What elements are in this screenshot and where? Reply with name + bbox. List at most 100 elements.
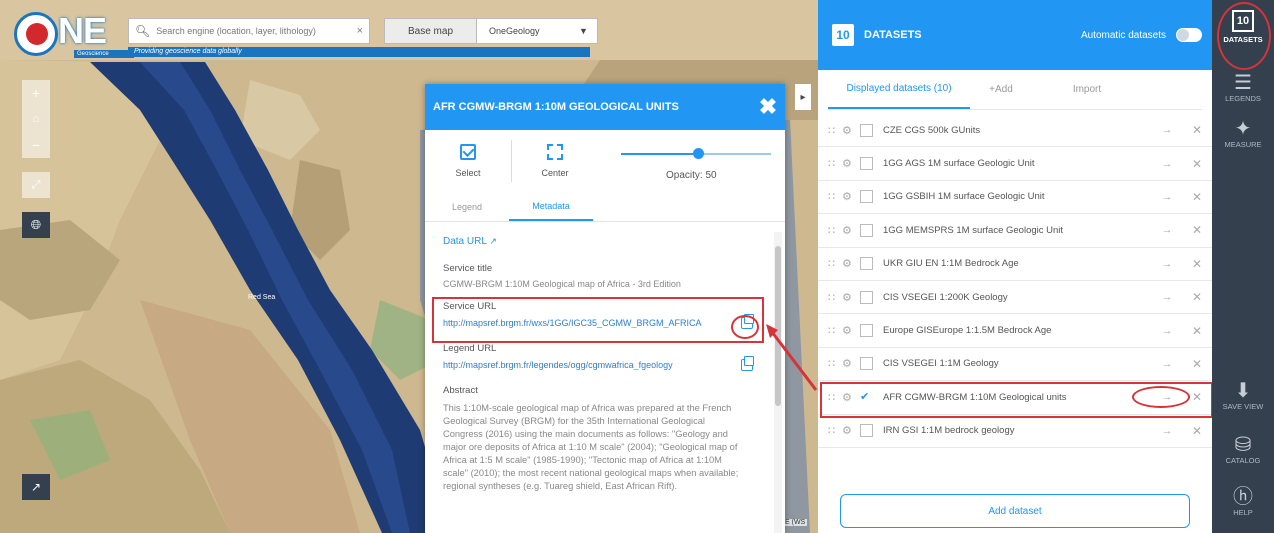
dataset-row[interactable]: ∷ ⚙ 1GG AGS 1M surface Geologic Unit → ✕ — [818, 147, 1212, 181]
sidebar-label: MEASURE — [1224, 140, 1262, 149]
data-url-link[interactable]: Data URL ↗ — [443, 236, 765, 247]
arrow-right-icon[interactable]: → — [1152, 425, 1182, 437]
close-icon[interactable]: ✖ — [751, 94, 785, 120]
expand-arrow-icon[interactable]: ↗ — [22, 474, 50, 500]
arrow-right-icon[interactable]: → — [1152, 358, 1182, 370]
globe-icon[interactable]: 🌐︎ — [22, 212, 50, 238]
close-icon[interactable]: ✕ — [1182, 223, 1212, 237]
copy-icon[interactable] — [741, 356, 754, 371]
clear-search-icon[interactable]: × — [357, 25, 363, 37]
close-icon[interactable]: ✕ — [1182, 123, 1212, 137]
tab-metadata[interactable]: Metadata — [509, 192, 593, 221]
drag-handle-icon[interactable]: ∷ — [828, 124, 842, 137]
fullscreen-icon[interactable]: ⤢ — [22, 172, 50, 198]
datasets-header: 10 DATASETS Automatic datasets — [818, 0, 1212, 70]
close-icon[interactable]: ✕ — [1182, 424, 1212, 438]
drag-handle-icon[interactable]: ∷ — [828, 157, 842, 170]
checkbox[interactable] — [860, 357, 873, 371]
basemap-selector[interactable]: Base map OneGeology ▼ — [384, 18, 598, 44]
arrow-right-icon[interactable]: → — [1152, 258, 1182, 270]
drag-handle-icon[interactable]: ∷ — [828, 291, 842, 304]
dataset-row[interactable]: ∷ ⚙ 1GG GSBIH 1M surface Geologic Unit → ✕ — [818, 181, 1212, 215]
sidebar-item-save-view[interactable]: ⬇ SAVE VIEW — [1212, 380, 1274, 411]
gear-icon[interactable]: ⚙ — [842, 224, 860, 237]
sidebar-item-help[interactable]: ⓗ HELP — [1212, 486, 1274, 517]
arrow-right-icon[interactable]: → — [1152, 124, 1182, 136]
automatic-datasets-label: Automatic datasets — [1080, 29, 1166, 41]
gear-icon[interactable]: ⚙ — [842, 157, 860, 170]
sidebar-item-catalog[interactable]: ⛁ CATALOG — [1212, 434, 1274, 465]
close-icon[interactable]: ✕ — [1182, 357, 1212, 371]
onegeology-logo[interactable]: NE Geoscience — [14, 10, 134, 62]
checkbox[interactable] — [860, 223, 873, 237]
drag-handle-icon[interactable]: ∷ — [828, 257, 842, 270]
gear-icon[interactable]: ⚙ — [842, 324, 860, 337]
tab-legend[interactable]: Legend — [425, 192, 509, 221]
ruler-icon: ✦ — [1234, 118, 1252, 140]
external-link-icon: ↗ — [489, 236, 497, 246]
drag-handle-icon[interactable]: ∷ — [828, 424, 842, 437]
dataset-row[interactable]: ∷ ⚙ IRN GSI 1:1M bedrock geology → ✕ — [818, 415, 1212, 448]
close-icon[interactable]: ✕ — [1182, 190, 1212, 204]
zoom-in-button[interactable]: + — [22, 80, 50, 106]
popup-scrollbar[interactable] — [774, 232, 782, 533]
tagline: Providing geoscience data globally — [128, 47, 590, 57]
legend-url-row: http://mapsref.brgm.fr/legendes/ogg/cgmw… — [443, 356, 765, 371]
checkbox[interactable] — [860, 123, 873, 137]
search-input[interactable]: Search engine (location, layer, litholog… — [156, 26, 352, 36]
legend-url-link[interactable]: http://mapsref.brgm.fr/legendes/ogg/cgmw… — [443, 360, 725, 370]
center-button[interactable]: Center — [512, 134, 598, 188]
checkbox[interactable] — [860, 324, 873, 338]
gear-icon[interactable]: ⚙ — [842, 257, 860, 270]
dataset-row[interactable]: ∷ ⚙ Europe GISEurope 1:1.5M Bedrock Age → ✕ — [818, 314, 1212, 348]
dataset-row[interactable]: ∷ ⚙ CZE CGS 500k GUnits → ✕ — [818, 114, 1212, 148]
chevron-down-icon[interactable]: ▼ — [579, 26, 597, 36]
search-field[interactable]: 🔍︎ Search engine (location, layer, litho… — [128, 18, 370, 44]
scrollbar-thumb[interactable] — [775, 246, 781, 406]
checkbox[interactable] — [860, 257, 873, 271]
gear-icon[interactable]: ⚙ — [842, 357, 860, 370]
drag-handle-icon[interactable]: ∷ — [828, 224, 842, 237]
popup-header: AFR CGMW-BRGM 1:10M GEOLOGICAL UNITS ✖ — [425, 84, 785, 130]
basemap-select[interactable]: OneGeology — [477, 26, 579, 36]
add-dataset-button[interactable]: Add dataset — [840, 494, 1190, 528]
drag-handle-icon[interactable]: ∷ — [828, 357, 842, 370]
checkbox[interactable] — [860, 290, 873, 304]
close-icon[interactable]: ✕ — [1182, 257, 1212, 271]
checkbox-icon — [460, 144, 476, 160]
tab-import[interactable]: Import — [1032, 70, 1142, 109]
opacity-slider[interactable]: Opacity: 50 — [621, 130, 771, 192]
close-icon[interactable]: ✕ — [1182, 324, 1212, 338]
gear-icon[interactable]: ⚙ — [842, 124, 860, 137]
arrow-right-icon[interactable]: → — [1152, 325, 1182, 337]
arrow-right-icon[interactable]: → — [1152, 191, 1182, 203]
sidebar-item-legends[interactable]: ☰ LEGENDS — [1212, 72, 1274, 103]
dataset-row[interactable]: ∷ ⚙ 1GG MEMSPRS 1M surface Geologic Unit → ✕ — [818, 214, 1212, 248]
collapse-panel-button[interactable]: ▸ — [795, 84, 811, 110]
arrow-right-icon[interactable]: → — [1152, 158, 1182, 170]
dataset-row[interactable]: ∷ ⚙ CIS VSEGEI 1:1M Geology → ✕ — [818, 348, 1212, 382]
gear-icon[interactable]: ⚙ — [842, 190, 860, 203]
tab-add[interactable]: +Add — [970, 70, 1032, 109]
checkbox[interactable] — [860, 424, 873, 438]
dataset-row[interactable]: ∷ ⚙ UKR GIU EN 1:1M Bedrock Age → ✕ — [818, 248, 1212, 281]
close-icon[interactable]: ✕ — [1182, 157, 1212, 171]
gear-icon[interactable]: ⚙ — [842, 424, 860, 437]
dataset-row[interactable]: ∷ ⚙ CIS VSEGEI 1:200K Geology → ✕ — [818, 281, 1212, 315]
drag-handle-icon[interactable]: ∷ — [828, 324, 842, 337]
tab-displayed-datasets[interactable]: Displayed datasets (10) — [828, 70, 970, 109]
checkbox[interactable] — [860, 157, 873, 171]
automatic-datasets-toggle[interactable] — [1176, 28, 1202, 42]
close-icon[interactable]: ✕ — [1182, 290, 1212, 304]
sidebar-item-measure[interactable]: ✦ MEASURE — [1212, 118, 1274, 149]
opacity-handle[interactable] — [693, 148, 704, 159]
select-button[interactable]: Select — [425, 134, 511, 188]
search-icon: 🔍︎ — [135, 24, 151, 38]
home-icon[interactable]: ⌂ — [22, 106, 50, 132]
gear-icon[interactable]: ⚙ — [842, 291, 860, 304]
arrow-right-icon[interactable]: → — [1152, 291, 1182, 303]
drag-handle-icon[interactable]: ∷ — [828, 190, 842, 203]
arrow-right-icon[interactable]: → — [1152, 224, 1182, 236]
zoom-out-button[interactable]: − — [22, 132, 50, 158]
checkbox[interactable] — [860, 190, 873, 204]
